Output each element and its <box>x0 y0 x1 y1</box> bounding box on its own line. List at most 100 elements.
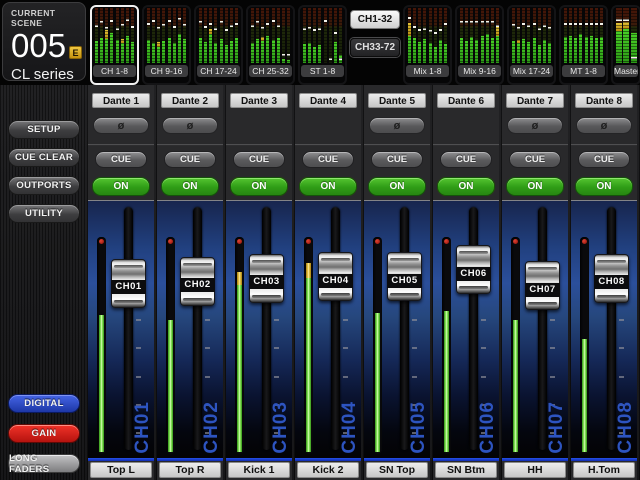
mini-meter <box>256 8 259 63</box>
channel-name[interactable]: Top L <box>90 462 152 478</box>
layer-button-ch1-32[interactable]: CH1-32 <box>350 10 400 29</box>
phase-button[interactable]: ø <box>162 117 218 134</box>
meter-block-mix-9-16[interactable]: Mix 9-16 <box>455 5 504 85</box>
phase-button[interactable]: ø <box>93 117 149 134</box>
mini-meter <box>429 8 432 63</box>
sidebar-button-long-faders[interactable]: LONG FADERS <box>8 454 80 473</box>
cue-button[interactable]: CUE <box>509 151 561 168</box>
meter-segments <box>251 8 254 63</box>
meter-block-mt-1-8[interactable]: MT 1-8 <box>559 5 608 85</box>
channel-name[interactable]: Kick 1 <box>228 462 290 478</box>
current-scene-label: CURRENT SCENE <box>11 8 85 28</box>
cue-button[interactable]: CUE <box>371 151 423 168</box>
channel-name[interactable]: HH <box>504 462 566 478</box>
meter-bars <box>458 8 501 63</box>
meter-segments <box>600 8 603 63</box>
port-label[interactable]: Dante 7 <box>506 93 564 108</box>
cue-button[interactable]: CUE <box>302 151 354 168</box>
phase-button[interactable]: ø <box>369 117 425 134</box>
fader-cap[interactable]: CH01 <box>111 259 146 308</box>
meter-block-ch-9-16[interactable]: CH 9-16 <box>142 5 191 85</box>
meter-block-mix-1-8[interactable]: Mix 1-8 <box>403 5 452 85</box>
cue-button[interactable]: CUE <box>440 151 492 168</box>
port-label[interactable]: Dante 8 <box>575 93 633 108</box>
port-label[interactable]: Dante 5 <box>368 93 426 108</box>
channel-name[interactable]: Kick 2 <box>297 462 359 478</box>
cue-button[interactable]: CUE <box>95 151 147 168</box>
fader-area: CH08CH08 <box>571 200 637 458</box>
meter-block-ch-1-8[interactable]: CH 1-8 <box>90 5 139 85</box>
fader-cap[interactable]: CH02 <box>180 257 215 306</box>
on-button[interactable]: ON <box>506 177 564 196</box>
channel-strip-ch01: Dante 1øCUEONCH01CH01Top L <box>88 85 154 480</box>
channel-name[interactable]: SN Btm <box>435 462 497 478</box>
sidebar-button-gain[interactable]: GAIN <box>8 424 80 443</box>
meter-segments <box>595 8 598 63</box>
mini-meter <box>303 8 306 63</box>
strip-divider <box>88 144 154 146</box>
on-button[interactable]: ON <box>230 177 288 196</box>
meter-block-ch-25-32[interactable]: CH 25-32 <box>246 5 295 85</box>
meter-segments <box>204 8 207 63</box>
cue-button[interactable]: CUE <box>164 151 216 168</box>
channel-color-bar <box>226 458 292 461</box>
on-button[interactable]: ON <box>575 177 633 196</box>
fader-cap[interactable]: CH06 <box>456 245 491 294</box>
on-button[interactable]: ON <box>299 177 357 196</box>
meter-segments <box>220 8 223 63</box>
mini-meter <box>585 8 588 63</box>
fader-cap[interactable]: CH04 <box>318 252 353 301</box>
sidebar-button-outports[interactable]: OUTPORTS <box>8 176 80 195</box>
channel-name[interactable]: Top R <box>159 462 221 478</box>
port-label[interactable]: Dante 1 <box>92 93 150 108</box>
scene-panel[interactable]: CURRENT SCENE 005 E CL series <box>2 2 86 81</box>
cue-button[interactable]: CUE <box>578 151 630 168</box>
on-button[interactable]: ON <box>161 177 219 196</box>
port-label[interactable]: Dante 2 <box>161 93 219 108</box>
meter-block-st-1-8[interactable]: ST 1-8 <box>298 5 347 85</box>
fader-cap[interactable]: CH08 <box>594 254 629 303</box>
channel-name[interactable]: H.Tom <box>573 462 635 478</box>
on-button[interactable]: ON <box>368 177 426 196</box>
meter-segments <box>329 8 332 63</box>
fader-scale-tick <box>205 319 210 321</box>
fader-scale-tick <box>343 376 348 378</box>
meter-block-mix-17-24[interactable]: Mix 17-24 <box>507 5 556 85</box>
mini-meter <box>460 8 463 63</box>
meter-block-ch-17-24[interactable]: CH 17-24 <box>194 5 243 85</box>
meter-segments <box>574 8 577 63</box>
channel-number-vertical: CH07 <box>546 401 568 454</box>
mini-meter <box>199 8 202 63</box>
fader-cap[interactable]: CH03 <box>249 254 284 303</box>
sidebar-button-setup[interactable]: SETUP <box>8 120 80 139</box>
channel-name[interactable]: SN Top <box>366 462 428 478</box>
phase-button[interactable]: ø <box>507 117 563 134</box>
meter-block-master[interactable]: Master <box>611 5 640 85</box>
phase-button[interactable]: ø <box>576 117 632 134</box>
port-label[interactable]: Dante 6 <box>437 93 495 108</box>
on-button[interactable]: ON <box>92 177 150 196</box>
top-bar: CURRENT SCENE 005 E CL series CH 1-8CH 9… <box>0 0 640 85</box>
mini-meter <box>595 8 598 63</box>
on-button[interactable]: ON <box>437 177 495 196</box>
sidebar-button-cue-clear[interactable]: CUE CLEAR <box>8 148 80 167</box>
mini-meter <box>147 8 150 63</box>
meter-segments <box>339 8 342 63</box>
port-label[interactable]: Dante 4 <box>299 93 357 108</box>
port-label[interactable]: Dante 3 <box>230 93 288 108</box>
mini-meter <box>121 8 124 63</box>
cue-button[interactable]: CUE <box>233 151 285 168</box>
meter-bars <box>562 8 605 63</box>
meter-segments <box>287 8 290 63</box>
meter-segments <box>533 8 536 63</box>
layer-button-ch33-72[interactable]: CH33-72 <box>350 38 400 57</box>
fader-area: CH03CH03 <box>226 200 292 458</box>
mini-meter <box>214 8 217 63</box>
sidebar-button-digital[interactable]: DIGITAL <box>8 394 80 413</box>
fader-cap[interactable]: CH07 <box>525 261 560 310</box>
mini-meter <box>491 8 494 63</box>
mini-meter <box>168 8 171 63</box>
fader-cap[interactable]: CH05 <box>387 252 422 301</box>
mini-meter <box>512 8 515 63</box>
sidebar-button-utility[interactable]: UTILITY <box>8 204 80 223</box>
